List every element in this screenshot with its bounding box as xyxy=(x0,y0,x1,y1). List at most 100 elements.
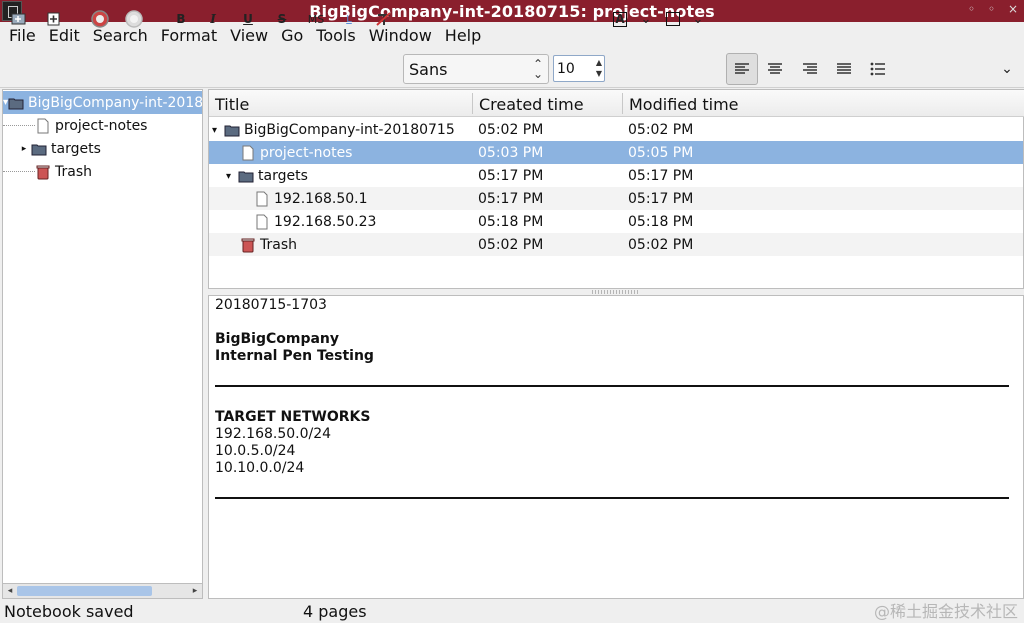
row-title: Trash xyxy=(260,237,297,253)
italic-button[interactable]: I xyxy=(205,8,221,30)
font-family-value: Sans xyxy=(409,60,448,79)
bg-color-dropdown[interactable]: ⌄ xyxy=(692,8,704,30)
tree-item-label: project-notes xyxy=(55,117,148,134)
clear-format-button[interactable] xyxy=(374,8,394,30)
chevron-down-icon: ⌄ xyxy=(640,11,652,27)
font-family-combo[interactable]: Sans ⌃ ⌄ xyxy=(403,54,549,84)
pane-splitter-handle[interactable] xyxy=(592,290,638,294)
row-title: project-notes xyxy=(260,145,353,161)
horizontal-rule xyxy=(215,497,1009,499)
list-row[interactable]: 192.168.50.1 05:17 PM 05:17 PM xyxy=(209,187,1023,210)
menu-help[interactable]: Help xyxy=(445,26,481,45)
rich-text-editor[interactable]: 20180715-1703 BigBigCompany Internal Pen… xyxy=(208,295,1024,599)
column-title[interactable]: Title xyxy=(215,95,249,114)
list-row[interactable]: project-notes 05:03 PM 05:05 PM xyxy=(209,141,1023,164)
row-created: 05:17 PM xyxy=(478,191,544,207)
page-icon xyxy=(256,214,268,230)
horizontal-rule xyxy=(215,385,1009,387)
notebook-icon xyxy=(224,125,240,137)
maximize-icon[interactable]: ◦ xyxy=(988,2,995,16)
page-icon xyxy=(256,191,268,207)
tree-item-notebook[interactable]: ▾ BigBigCompany-int-20180715 xyxy=(3,91,202,114)
text-color-icon: A xyxy=(613,11,627,27)
bg-color-icon xyxy=(666,12,680,26)
row-title: 192.168.50.1 xyxy=(274,191,368,207)
tree-item-targets[interactable]: ▸ targets xyxy=(3,137,202,160)
menu-bar: File Edit Search Format View Go Tools Wi… xyxy=(0,22,1024,49)
scroll-left-icon[interactable]: ◂ xyxy=(3,584,17,598)
small-button[interactable]: L xyxy=(342,8,356,30)
row-modified: 05:17 PM xyxy=(628,191,694,207)
node-list[interactable]: Title Created time Modified time ▾ BigBi… xyxy=(208,89,1024,289)
row-created: 05:03 PM xyxy=(478,145,544,161)
bg-color-button[interactable] xyxy=(665,8,681,30)
redo-button[interactable] xyxy=(124,8,144,30)
column-modified[interactable]: Modified time xyxy=(629,95,739,114)
monospace-button[interactable]: MS xyxy=(305,8,327,30)
row-modified: 05:05 PM xyxy=(628,145,694,161)
column-created[interactable]: Created time xyxy=(479,95,584,114)
trash-icon xyxy=(36,165,50,179)
editor-company-line: BigBigCompany xyxy=(215,331,340,347)
editor-date-line: 20180715-1703 xyxy=(215,297,327,313)
row-created: 05:02 PM xyxy=(478,237,544,253)
tree-item-label: Trash xyxy=(55,163,92,180)
bullet-list-button[interactable] xyxy=(870,58,886,80)
new-subnode-button[interactable] xyxy=(10,8,28,30)
justify-icon xyxy=(837,63,851,74)
spin-arrows-icon[interactable]: ▲ ▼ xyxy=(596,57,602,79)
row-modified: 05:18 PM xyxy=(628,214,694,230)
row-modified: 05:02 PM xyxy=(628,237,694,253)
expander-open-icon[interactable]: ▾ xyxy=(212,125,224,136)
redo-icon xyxy=(125,10,143,28)
new-node-icon xyxy=(11,13,26,25)
list-row[interactable]: ▾ BigBigCompany-int-20180715 05:02 PM 05… xyxy=(209,118,1023,141)
toolbar-overflow-button[interactable]: ⌄ xyxy=(1000,58,1014,80)
undo-icon xyxy=(91,10,109,28)
underline-button[interactable]: U xyxy=(240,8,256,30)
window-title: BigBigCompany-int-20180715: project-note… xyxy=(309,1,715,21)
undo-button[interactable] xyxy=(90,8,110,30)
list-row[interactable]: Trash 05:02 PM 05:02 PM xyxy=(209,233,1023,256)
tree-item-project-notes[interactable]: project-notes xyxy=(3,114,202,137)
status-bar: Notebook saved 4 pages xyxy=(0,600,1024,623)
list-row[interactable]: ▾ targets 05:17 PM 05:17 PM xyxy=(209,164,1023,187)
row-created: 05:17 PM xyxy=(478,168,544,184)
list-header: Title Created time Modified time xyxy=(209,90,1024,117)
expander-closed-icon[interactable]: ▸ xyxy=(17,144,31,154)
minimize-icon[interactable]: ◦ xyxy=(968,2,975,16)
close-icon[interactable]: × xyxy=(1008,2,1018,16)
bold-button[interactable]: B xyxy=(173,8,189,30)
new-child-button[interactable] xyxy=(45,8,63,30)
add-node-icon xyxy=(47,12,60,26)
editor-network-line: 192.168.50.0/24 xyxy=(215,426,332,442)
row-created: 05:02 PM xyxy=(478,122,544,138)
editor-subtitle-line: Internal Pen Testing xyxy=(215,348,374,364)
notebook-tree[interactable]: ▾ BigBigCompany-int-20180715 project-not… xyxy=(2,89,203,599)
page-icon xyxy=(37,118,49,133)
text-color-dropdown[interactable]: ⌄ xyxy=(640,8,652,30)
scroll-right-icon[interactable]: ▸ xyxy=(188,584,202,598)
combo-arrows-icon: ⌃ ⌄ xyxy=(532,57,543,81)
clear-format-icon xyxy=(376,12,391,26)
justify-button[interactable] xyxy=(836,58,852,80)
trash-icon xyxy=(241,238,255,253)
align-right-button[interactable] xyxy=(802,58,818,80)
bullet-list-icon xyxy=(870,62,885,76)
tree-item-trash[interactable]: Trash xyxy=(3,160,202,183)
scrollbar-thumb[interactable] xyxy=(17,586,152,596)
font-size-spinner[interactable]: 10 ▲ ▼ xyxy=(553,55,605,82)
tree-horizontal-scrollbar[interactable]: ◂ ▸ xyxy=(2,583,203,599)
window-titlebar: BigBigCompany-int-20180715: project-note… xyxy=(0,0,1024,22)
strikethrough-button[interactable]: S xyxy=(274,8,290,30)
align-center-button[interactable] xyxy=(767,58,783,80)
status-page-count: 4 pages xyxy=(303,602,367,621)
row-modified: 05:17 PM xyxy=(628,168,694,184)
text-color-button[interactable]: A xyxy=(612,8,628,30)
status-message: Notebook saved xyxy=(4,602,134,621)
list-row[interactable]: 192.168.50.23 05:18 PM 05:18 PM xyxy=(209,210,1023,233)
row-modified: 05:02 PM xyxy=(628,122,694,138)
expander-open-icon[interactable]: ▾ xyxy=(226,171,238,182)
tree-item-label: BigBigCompany-int-20180715 xyxy=(28,94,202,111)
chevron-down-icon: ⌄ xyxy=(692,11,704,27)
